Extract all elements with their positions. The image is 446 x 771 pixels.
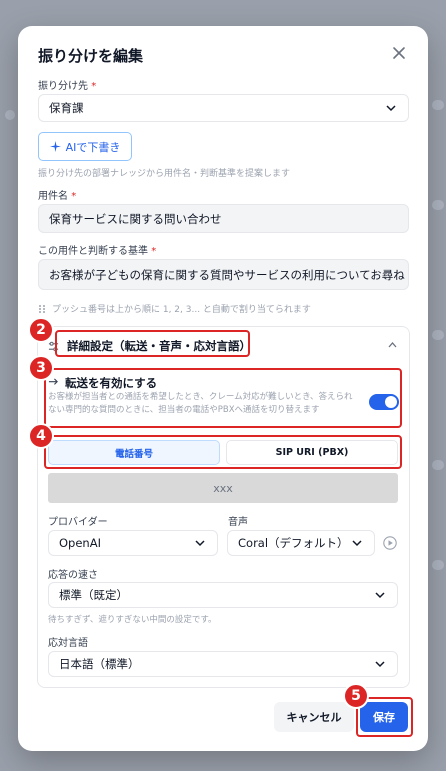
ai-draft-button[interactable]: AIで下書き — [38, 132, 132, 161]
play-icon[interactable] — [383, 536, 397, 550]
push-hint: プッシュ番号は上から順に 1, 2, 3... と自動で割り当てられます — [38, 302, 311, 315]
highlight-transfer — [44, 368, 402, 428]
chevron-down-icon — [195, 540, 205, 547]
highlight-advanced-settings — [55, 330, 250, 357]
destination-value: 保育課 — [49, 101, 84, 115]
voice-label: 音声 — [228, 517, 248, 528]
voice-select[interactable]: Coral（デフォルト） — [227, 530, 375, 556]
subject-label: 用件名 * — [38, 191, 77, 202]
annotation-badge-4: 4 — [28, 423, 54, 449]
drag-handle-icon — [39, 304, 45, 313]
chevron-up-icon[interactable] — [388, 342, 397, 348]
modal-title: 振り分けを編集 — [38, 47, 144, 65]
provider-select[interactable]: OpenAI — [48, 530, 218, 556]
annotation-badge-3: 3 — [28, 355, 54, 381]
provider-value: OpenAI — [59, 536, 101, 550]
close-icon[interactable] — [390, 44, 408, 62]
voice-value: Coral（デフォルト） — [238, 536, 349, 550]
sparkle-icon — [49, 141, 61, 152]
language-value: 日本語（標準） — [59, 657, 140, 671]
ai-hint: 振り分け先の部署ナレッジから用件名・判断基準を提案します — [38, 169, 291, 179]
speed-hint: 待ちすぎず、遮りすぎない中間の設定です。 — [48, 615, 217, 625]
chevron-down-icon — [375, 592, 385, 599]
chevron-down-icon — [375, 661, 385, 668]
chevron-down-icon — [386, 105, 396, 112]
provider-label: プロバイダー — [48, 517, 108, 528]
language-label: 応対言語 — [48, 638, 88, 649]
destination-select[interactable]: 保育課 — [38, 94, 409, 122]
speed-select[interactable]: 標準（既定） — [48, 582, 398, 608]
highlight-tabs — [44, 435, 402, 469]
language-select[interactable]: 日本語（標準） — [48, 651, 398, 677]
criteria-input[interactable]: お客様が子どもの保育に関する質問やサービスの利用についてお尋ね — [38, 259, 409, 290]
phone-number-input[interactable]: xxx — [48, 473, 398, 503]
destination-label: 振り分け先 * — [38, 81, 97, 92]
annotation-badge-5: 5 — [343, 683, 369, 709]
annotation-badge-2: 2 — [28, 317, 54, 343]
speed-label: 応答の速さ — [48, 570, 98, 581]
speed-value: 標準（既定） — [59, 588, 128, 602]
chevron-down-icon — [352, 540, 362, 547]
cancel-button[interactable]: キャンセル — [274, 702, 354, 732]
criteria-label: この用件と判断する基準 * — [38, 246, 157, 257]
ai-draft-label: AIで下書き — [65, 140, 121, 154]
subject-input[interactable]: 保育サービスに関する問い合わせ — [38, 204, 409, 233]
